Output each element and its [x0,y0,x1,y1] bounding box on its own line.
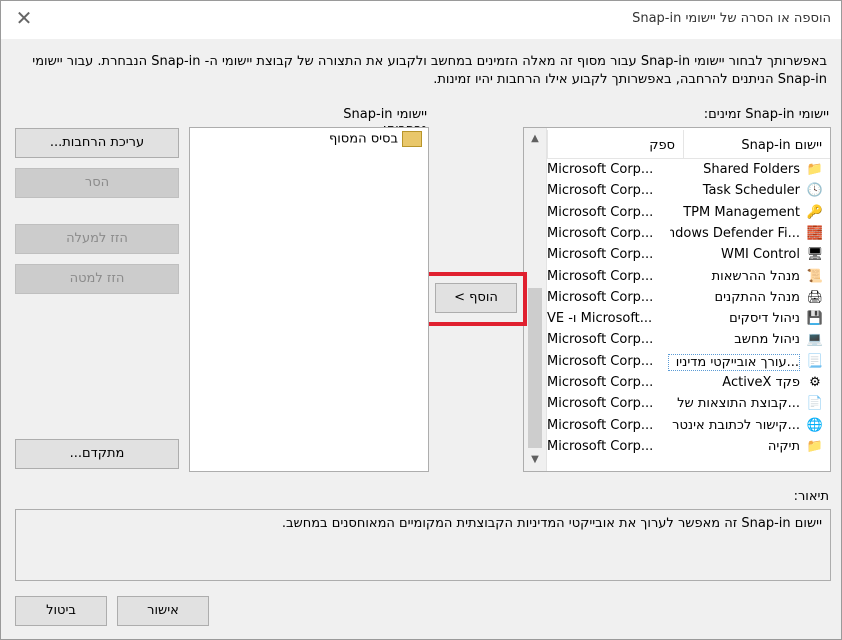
computer-management-icon: 💻 [806,332,824,348]
list-item-label: בסיס המסוף [328,131,398,147]
scroll-down-icon[interactable]: ▼ [524,451,546,469]
column-header-vendor-label: ספק [649,138,675,153]
description-box: יישום Snap-in זה מאפשר לערוך את אובייקטי… [15,509,831,581]
list-item-name: פקד ActiveX [722,375,800,390]
list-item-vendor: ...Microsoft Corp [547,332,654,348]
list-item-vendor: ...Microsoft Corp [547,375,654,390]
list-item-name: WMI Control [720,247,800,263]
scrollbar[interactable]: ▲ ▼ [524,128,547,471]
ok-button[interactable]: אישור [117,596,209,626]
move-up-button[interactable]: הזז למעלה [15,224,179,254]
list-item-name: ...Windows Defender Fi [670,225,800,241]
list-item-vendor: ...Microsoft ו- VE [547,311,653,327]
folder-icon: 📁 [806,438,824,454]
policy-scroll-icon: 📃 [806,353,824,369]
list-item-vendor: ...Microsoft Corp [547,204,654,220]
activex-icon: ⚙ [809,375,821,390]
list-item-vendor: ...Microsoft Corp [547,268,654,284]
list-item[interactable]: 🖨 מנהל ההתקנים ...Microsoft Corp [547,288,830,309]
list-item[interactable]: 📄 ...קבוצת התוצאות של ...Microsoft Corp [547,394,830,415]
list-item[interactable]: 📜 מנהל ההרשאות ...Microsoft Corp [547,267,830,288]
remove-button[interactable]: הסר [15,168,179,198]
list-item-vendor: ...Microsoft Corp [547,417,654,433]
list-item-vendor: ...Microsoft Corp [547,225,654,241]
list-item[interactable]: ⚙ פקד ActiveX ...Microsoft Corp [547,373,830,394]
description-label: תיאור: [793,489,829,504]
list-item-vendor: ...Microsoft Corp [547,438,654,454]
column-header-vendor[interactable]: ספק [547,130,684,158]
chip-key-icon: 🔑 [806,204,824,220]
list-item-vendor: ...Microsoft Corp [547,396,654,412]
disk-icon: 💾 [806,311,824,327]
add-button[interactable]: הוסף > [435,283,517,313]
list-item-name: TPM Management [683,204,800,220]
edit-extensions-button[interactable]: עריכת הרחבות... [15,128,179,158]
advanced-button[interactable]: מתקדם... [15,439,179,469]
list-item-name: מנהל ההרשאות [711,268,800,284]
description-text: יישום Snap-in זה מאפשר לערוך את אובייקטי… [281,516,822,531]
list-item[interactable]: בסיס המסוף [329,131,422,147]
cancel-button[interactable]: ביטול [15,596,107,626]
move-down-button[interactable]: הזז למטה [15,264,179,294]
list-item-name: ...קבוצת התוצאות של [677,396,800,412]
list-item[interactable]: 💻 ניהול מחשב ...Microsoft Corp [547,330,830,351]
list-item[interactable]: 🖥 WMI Control ...Microsoft Corp [547,245,830,266]
list-item[interactable]: 🔑 TPM Management ...Microsoft Corp [547,203,830,224]
column-header-name[interactable]: יישום Snap-in [741,138,822,153]
list-item-vendor: ...Microsoft Corp [547,247,654,263]
list-item-vendor: ...Microsoft Corp [547,183,654,199]
web-link-icon: 🌐 [806,417,824,433]
list-item-vendor: ...Microsoft Corp [547,353,654,369]
close-icon[interactable]: ✕ [13,7,35,29]
add-remove-snapins-dialog: ✕ הוספה או הסרה של יישומי Snap-in באפשרו… [0,0,842,640]
report-icon: 📄 [806,396,824,412]
available-snapins-label: יישומי Snap-in זמינים: [703,107,829,122]
list-item[interactable]: 🕓 Task Scheduler ...Microsoft Corp [547,181,830,202]
folder-icon [402,131,422,147]
scroll-thumb[interactable] [528,288,542,448]
list-item-vendor: ...Microsoft Corp [547,289,654,305]
list-item[interactable]: 📁 תיקיה ...Microsoft Corp [547,437,830,458]
firewall-icon: 🧱 [806,225,824,241]
available-snapins-list[interactable]: ▲ ▼ ספק יישום Snap-in 📁 Shared Folders...… [523,127,831,472]
device-manager-icon: 🖨 [806,289,824,305]
scroll-up-icon[interactable]: ▲ [524,130,546,148]
list-item[interactable]: 📃 ...עורך אובייקטי מדיניו ...Microsoft Cor… [547,351,830,373]
list-item[interactable]: 🌐 ...קישור לכתובת אינטר ...Microsoft Corp [547,416,830,437]
list-item-name: ...קישור לכתובת אינטר [672,417,800,433]
list-item-vendor: ...Microsoft Corp [547,162,654,177]
title-bar: ✕ הוספה או הסרה של יישומי Snap-in [1,1,841,39]
list-item-name: Task Scheduler [702,183,800,199]
shared-folders-icon: 📁 [806,162,824,177]
computer-settings-icon: 🖥 [806,247,824,263]
list-header: ספק יישום Snap-in [547,130,830,159]
list-item[interactable]: 💾 ניהול דיסקים ...Microsoft ו- VE [547,309,830,330]
list-item[interactable]: 📁 Shared Folders ...Microsoft Corp [547,160,830,181]
certificate-icon: 📜 [806,268,824,284]
intro-text: באפשרותך לבחור יישומי Snap-in עבור מסוף … [32,54,827,87]
list-item[interactable]: 🧱 ...Windows Defender Fi ...Microsoft Corp [547,224,830,245]
list-item-name: ניהול מחשב [734,332,800,348]
list-item-name: מנהל ההתקנים [714,289,800,305]
list-item-name: ניהול דיסקים [729,311,800,327]
list-item-name: Shared Folders [703,162,800,177]
clock-icon: 🕓 [806,183,824,199]
list-item-name: ...עורך אובייקטי מדיניו [668,353,800,371]
list-item-name: תיקיה [767,438,800,454]
window-title: הוספה או הסרה של יישומי Snap-in [632,11,831,26]
selected-snapins-list[interactable]: בסיס המסוף [189,127,429,472]
